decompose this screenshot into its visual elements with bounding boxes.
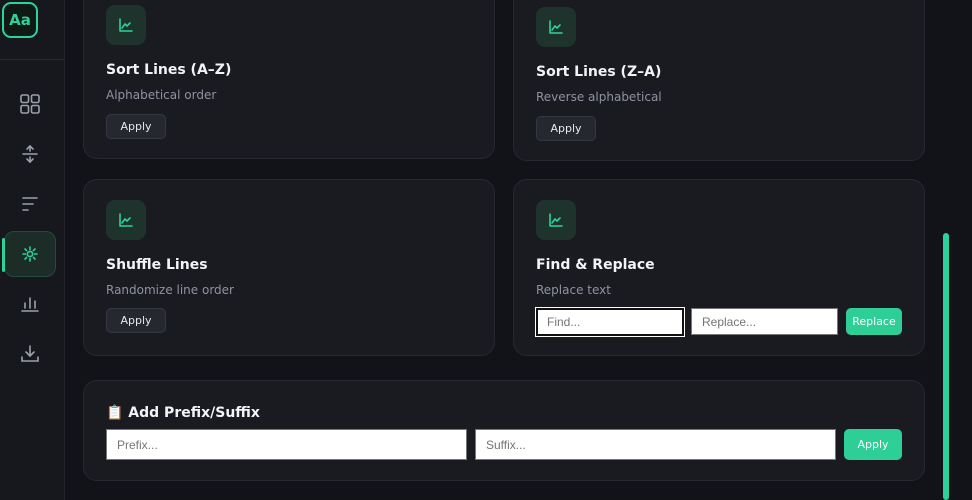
card-find-replace: Find & Replace Replace text Replace xyxy=(513,179,925,356)
apply-button[interactable]: Apply xyxy=(106,114,166,139)
stats-icon xyxy=(21,297,39,312)
expand-icon xyxy=(22,144,38,164)
prefix-input[interactable] xyxy=(106,429,467,460)
suffix-input[interactable] xyxy=(475,429,836,460)
sidebar-item-export[interactable] xyxy=(4,331,56,377)
find-input[interactable] xyxy=(535,307,685,337)
card-title: Sort Lines (A–Z) xyxy=(106,62,232,78)
replace-input[interactable] xyxy=(691,308,838,335)
sidebar-item-stats[interactable] xyxy=(4,281,56,327)
card-title: Sort Lines (Z–A) xyxy=(536,64,662,80)
card-sort-za: Sort Lines (Z–A) Reverse alphabetical Ap… xyxy=(513,0,925,161)
section-title: 📋 Add Prefix/Suffix xyxy=(106,405,260,421)
card-prefix-suffix: 📋 Add Prefix/Suffix Apply xyxy=(83,380,925,481)
main-content: Sort Lines (A–Z) Alphabetical order Appl… xyxy=(65,0,939,500)
chart-icon xyxy=(119,213,133,227)
sidebar-item-transform[interactable] xyxy=(2,231,56,277)
card-shuffle: Shuffle Lines Randomize line order Apply xyxy=(83,179,495,356)
card-description: Randomize line order xyxy=(106,283,234,297)
dashboard-icon xyxy=(20,94,40,114)
card-icon-wrap xyxy=(536,200,576,240)
sidebar-divider xyxy=(0,59,64,60)
scrollbar-thumb[interactable] xyxy=(943,233,949,500)
sidebar-item-sort[interactable] xyxy=(4,181,56,227)
card-description: Replace text xyxy=(536,283,611,297)
sidebar-item-expand[interactable] xyxy=(4,131,56,177)
chart-icon xyxy=(119,18,133,32)
apply-button[interactable]: Apply xyxy=(536,116,596,141)
card-icon-wrap xyxy=(106,5,146,45)
card-description: Alphabetical order xyxy=(106,88,217,102)
replace-button[interactable]: Replace xyxy=(846,308,902,335)
sparkle-icon xyxy=(22,246,38,262)
download-icon xyxy=(21,345,39,362)
app-logo[interactable]: Aa xyxy=(2,2,38,38)
card-icon-wrap xyxy=(536,7,576,47)
sort-lines-icon xyxy=(22,197,38,211)
card-sort-az: Sort Lines (A–Z) Alphabetical order Appl… xyxy=(83,0,495,159)
chart-icon xyxy=(549,20,563,34)
chart-icon xyxy=(549,213,563,227)
apply-button[interactable]: Apply xyxy=(106,308,166,333)
card-title: Find & Replace xyxy=(536,257,655,273)
card-description: Reverse alphabetical xyxy=(536,90,662,104)
card-title: Shuffle Lines xyxy=(106,257,208,273)
apply-prefix-suffix-button[interactable]: Apply xyxy=(844,429,902,460)
sidebar-item-dashboard[interactable] xyxy=(4,81,56,127)
sidebar: Aa xyxy=(0,0,65,500)
card-icon-wrap xyxy=(106,200,146,240)
